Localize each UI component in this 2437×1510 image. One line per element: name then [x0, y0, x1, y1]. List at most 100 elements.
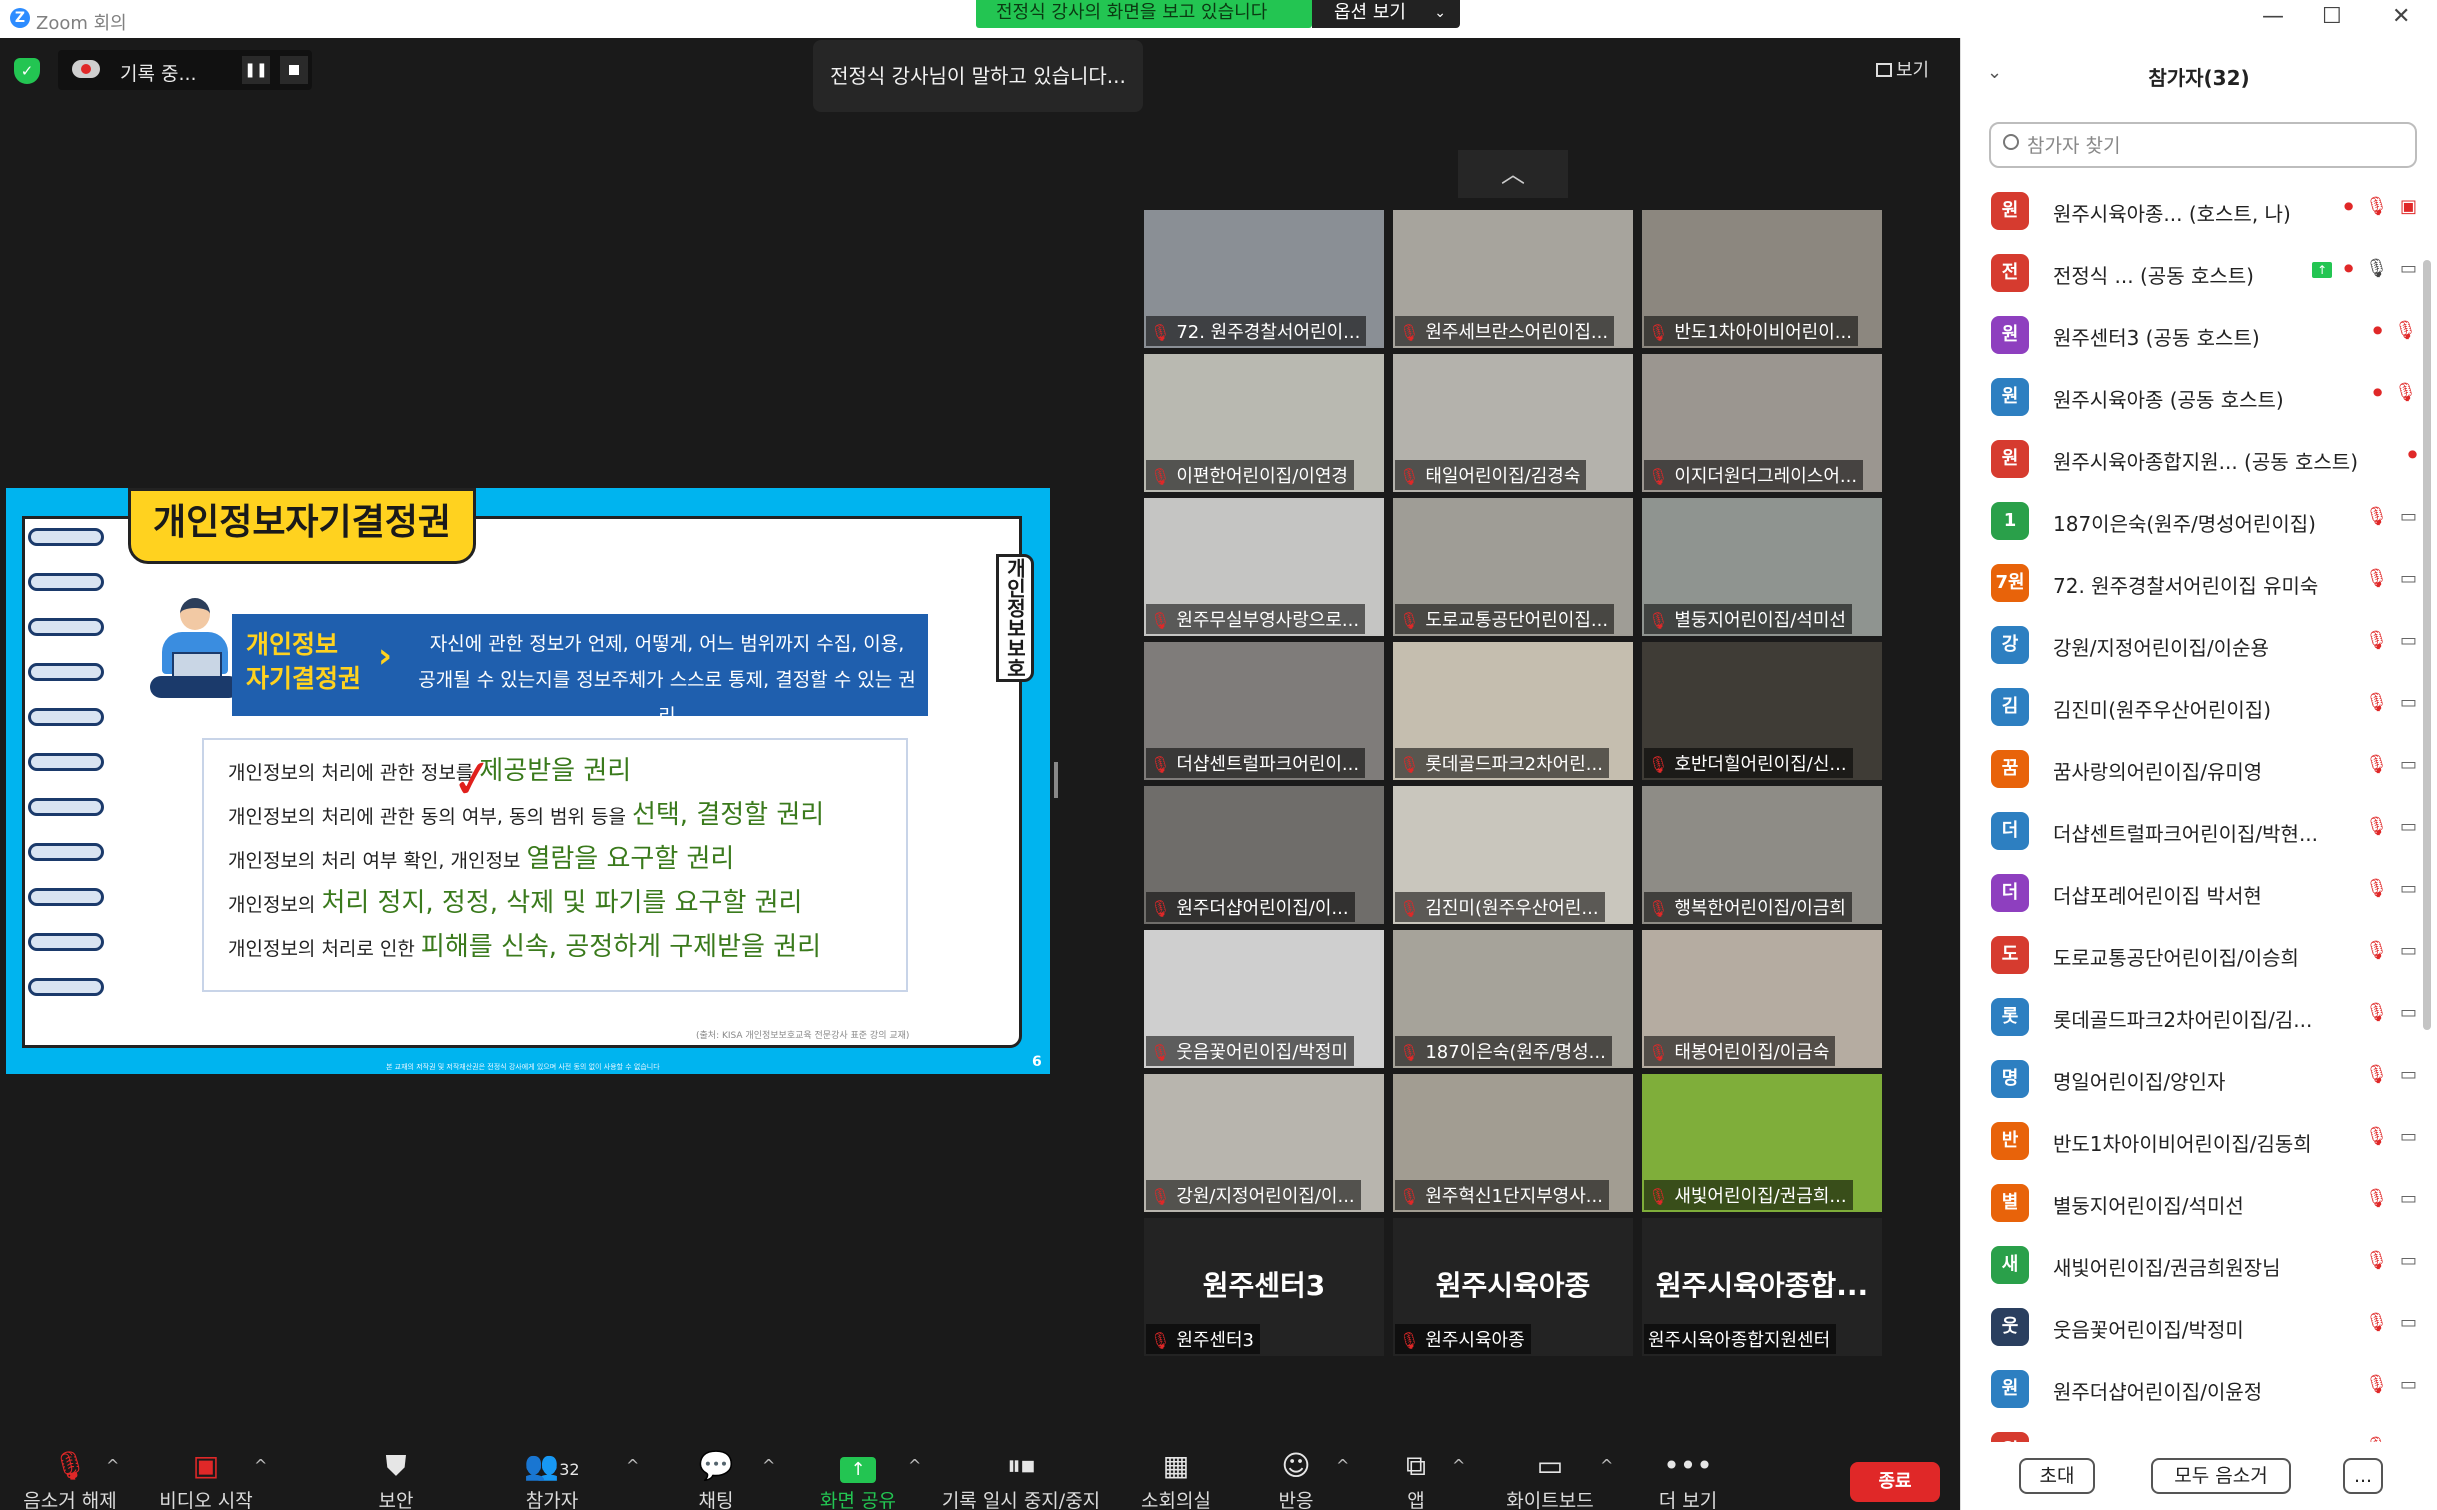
- video-tile[interactable]: 원주센터3 🎙 원주센터3: [1144, 1218, 1384, 1356]
- participant-row[interactable]: 전 전정식 ... (공동 호스트) ↑ ⏺ 🎙 ▭: [1961, 242, 2421, 304]
- splitter-handle[interactable]: [1054, 762, 1058, 798]
- mic-off-icon: 🎙: [2365, 754, 2388, 775]
- video-tile[interactable]: 🎙 원주더샵어린이집/이...: [1144, 786, 1384, 924]
- tile-name-label: 🎙 더샵센트럴파크어린이...: [1146, 748, 1366, 778]
- video-tile[interactable]: 🎙 도로교통공단어린이집...: [1393, 498, 1633, 636]
- participants-button[interactable]: 👥32 참가자: [482, 1450, 622, 1510]
- apps-options-caret[interactable]: ^: [1452, 1456, 1465, 1475]
- audio-options-caret[interactable]: ^: [106, 1456, 119, 1475]
- participants-options-caret[interactable]: ^: [626, 1456, 639, 1475]
- video-tile[interactable]: 원주시육아종합... 원주시육아종합지원센터: [1642, 1218, 1882, 1356]
- minimize-icon[interactable]: —: [2262, 4, 2284, 29]
- tile-participant-name: 원주혁신1단지부영사...: [1425, 1186, 1603, 1207]
- participant-row[interactable]: 명 명일어린이집/양인자 🎙 ▭: [1961, 1048, 2421, 1110]
- notebook-ring: [28, 528, 104, 546]
- participant-row[interactable]: 원 원주센터3 (공동 호스트) ⏺ 🎙: [1961, 304, 2421, 366]
- participant-row[interactable]: 꿈 꿈사랑의어린이집/유미영 🎙 ▭: [1961, 738, 2421, 800]
- mic-off-icon: 🎙: [2365, 1064, 2388, 1085]
- participant-row[interactable]: 반 반도1차아이비어린이집/김동희 🎙 ▭: [1961, 1110, 2421, 1172]
- video-icon: ▭: [2399, 506, 2417, 527]
- video-tile[interactable]: 🎙 김진미(원주우산어린...: [1393, 786, 1633, 924]
- video-tile[interactable]: 🎙 웃음꽃어린이집/박정미: [1144, 930, 1384, 1068]
- participant-row[interactable]: 웃 웃음꽃어린이집/박정미 🎙 ▭: [1961, 1296, 2421, 1358]
- video-tile[interactable]: 🎙 72. 원주경찰서어린이...: [1144, 210, 1384, 348]
- share-screen-button[interactable]: ↑ 화면 공유: [788, 1450, 928, 1510]
- participant-row[interactable]: 1 187이은숙(원주/명성어린이집) 🎙 ▭: [1961, 490, 2421, 552]
- participant-list-scrollbar[interactable]: [2423, 260, 2431, 1030]
- participant-row[interactable]: 7원 72. 원주경찰서어린이집 유미숙 🎙 ▭: [1961, 552, 2421, 614]
- participant-row[interactable]: 더 더샵센트럴파크어린이집/박현... 🎙 ▭: [1961, 800, 2421, 862]
- participant-status-icons: 🎙▭: [2353, 630, 2417, 651]
- participant-row[interactable]: 원 원주시육아종합지원... (공동 호스트) ⏺: [1961, 428, 2421, 490]
- end-meeting-button[interactable]: 종료: [1850, 1462, 1940, 1502]
- mute-all-button[interactable]: 모두 음소거: [2151, 1458, 2291, 1494]
- video-tile[interactable]: 🎙 더샵센트럴파크어린이...: [1144, 642, 1384, 780]
- whiteboard-button[interactable]: ▭ 화이트보드: [1480, 1450, 1620, 1510]
- recording-control-button[interactable]: ⏸⏹ 기록 일시 중지/중지: [926, 1450, 1116, 1510]
- notebook-ring: [28, 798, 104, 816]
- participant-row[interactable]: 김 김진미(원주우산어린이집) 🎙 ▭: [1961, 676, 2421, 738]
- tile-participant-name: 행복한어린이집/이금희: [1674, 898, 1846, 919]
- pause-recording-button[interactable]: ❚❚: [242, 56, 270, 84]
- participant-row[interactable]: 원 원주시육아종... (호스트, 나) ⏺ 🎙 ▣: [1961, 180, 2421, 242]
- participant-status-icons: 🎙▭: [2353, 1374, 2417, 1395]
- video-tile[interactable]: 🎙 행복한어린이집/이금희: [1642, 786, 1882, 924]
- stop-recording-button[interactable]: [280, 56, 308, 84]
- video-tile[interactable]: 🎙 태일어린이집/김경숙: [1393, 354, 1633, 492]
- video-tile[interactable]: 🎙 이편한어린이집/이연경: [1144, 354, 1384, 492]
- video-tile[interactable]: 원주시육아종 🎙 원주시육아종: [1393, 1218, 1633, 1356]
- mic-off-icon: 🎙: [1648, 323, 1669, 342]
- more-button[interactable]: ••• 더 보기: [1618, 1450, 1758, 1510]
- participant-row[interactable]: 더 더샵포레어린이집 박서현 🎙 ▭: [1961, 862, 2421, 924]
- participant-row[interactable]: 원 원주더샵어린이집/이윤정 🎙 ▭: [1961, 1358, 2421, 1420]
- tile-name-label: 🎙 반도1차아이비어린이...: [1644, 316, 1858, 346]
- participant-row[interactable]: 별 별둥지어린이집/석미선 🎙 ▭: [1961, 1172, 2421, 1234]
- maximize-icon[interactable]: ☐: [2322, 4, 2342, 29]
- video-tile[interactable]: 🎙 롯데골드파크2차어린...: [1393, 642, 1633, 780]
- avatar: 원: [1991, 1370, 2029, 1408]
- video-tile[interactable]: 🎙 반도1차아이비어린이...: [1642, 210, 1882, 348]
- video-tile[interactable]: 🎙 이지더원더그레이스어...: [1642, 354, 1882, 492]
- video-tile[interactable]: 🎙 원주무실부영사랑으로...: [1144, 498, 1384, 636]
- search-input[interactable]: [2027, 132, 2407, 160]
- avatar: 원: [1991, 316, 2029, 354]
- chat-options-caret[interactable]: ^: [762, 1456, 775, 1475]
- encryption-shield-icon[interactable]: ✓: [14, 58, 40, 84]
- participant-name: 새빛어린이집/권금희원장님: [2053, 1256, 2281, 1280]
- share-options-caret[interactable]: ^: [908, 1456, 921, 1475]
- security-button[interactable]: ⛊ 보안: [326, 1450, 466, 1510]
- participant-row[interactable]: 롯 롯데골드파크2차어린이집/김... 🎙 ▭: [1961, 986, 2421, 1048]
- video-tile[interactable]: 🎙 별둥지어린이집/석미선: [1642, 498, 1882, 636]
- video-options-caret[interactable]: ^: [254, 1456, 267, 1475]
- close-icon[interactable]: ✕: [2392, 4, 2410, 29]
- cloud-recording-icon: [72, 60, 100, 78]
- tile-participant-name: 187이은숙(원주/명성...: [1425, 1042, 1606, 1063]
- mic-off-icon: 🎙: [2365, 1126, 2388, 1147]
- video-tile[interactable]: 🎙 187이은숙(원주/명성...: [1393, 930, 1633, 1068]
- video-tile[interactable]: 🎙 호반더힐어린이집/신...: [1642, 642, 1882, 780]
- view-grid-icon: [1876, 63, 1892, 77]
- participant-row[interactable]: 원 원주시육아종 (공동 호스트) ⏺ 🎙: [1961, 366, 2421, 428]
- notebook-ring: [28, 978, 104, 996]
- video-tile[interactable]: 🎙 새빛어린이집/권금희...: [1642, 1074, 1882, 1212]
- invite-button[interactable]: 초대: [2019, 1458, 2095, 1494]
- participant-row[interactable]: 새 새빛어린이집/권금희원장님 🎙 ▭: [1961, 1234, 2421, 1296]
- participant-row[interactable]: 강 강원/지정어린이집/이순용 🎙 ▭: [1961, 614, 2421, 676]
- panel-more-button[interactable]: ...: [2343, 1458, 2383, 1494]
- participant-search[interactable]: [1989, 122, 2417, 168]
- participant-name: 원주시육아종... (호스트, 나): [2053, 202, 2291, 226]
- recording-status: 기록 중...: [120, 63, 197, 85]
- participant-status-icons: ⏺: [2396, 444, 2417, 465]
- whiteboard-options-caret[interactable]: ^: [1600, 1456, 1613, 1475]
- tile-participant-name: 더샵센트럴파크어린이...: [1176, 754, 1360, 775]
- participant-row[interactable]: 도 도로교통공단어린이집/이승희 🎙 ▭: [1961, 924, 2421, 986]
- video-tile[interactable]: 🎙 원주세브란스어린이집...: [1393, 210, 1633, 348]
- video-tile[interactable]: 🎙 강원/지정어린이집/이...: [1144, 1074, 1384, 1212]
- breakout-rooms-button[interactable]: ▦ 소회의실: [1106, 1450, 1246, 1510]
- view-options-button[interactable]: 옵션 보기 ⌄: [1312, 0, 1460, 28]
- view-button[interactable]: 보기: [1876, 56, 1929, 82]
- participant-row[interactable]: 원원주무실부영사랑으로어린이...🎙▭: [1961, 1420, 2421, 1442]
- video-tile[interactable]: 🎙 태봉어린이집/이금숙: [1642, 930, 1882, 1068]
- gallery-scroll-up-button[interactable]: ︿: [1458, 150, 1568, 198]
- video-tile[interactable]: 🎙 원주혁신1단지부영사...: [1393, 1074, 1633, 1212]
